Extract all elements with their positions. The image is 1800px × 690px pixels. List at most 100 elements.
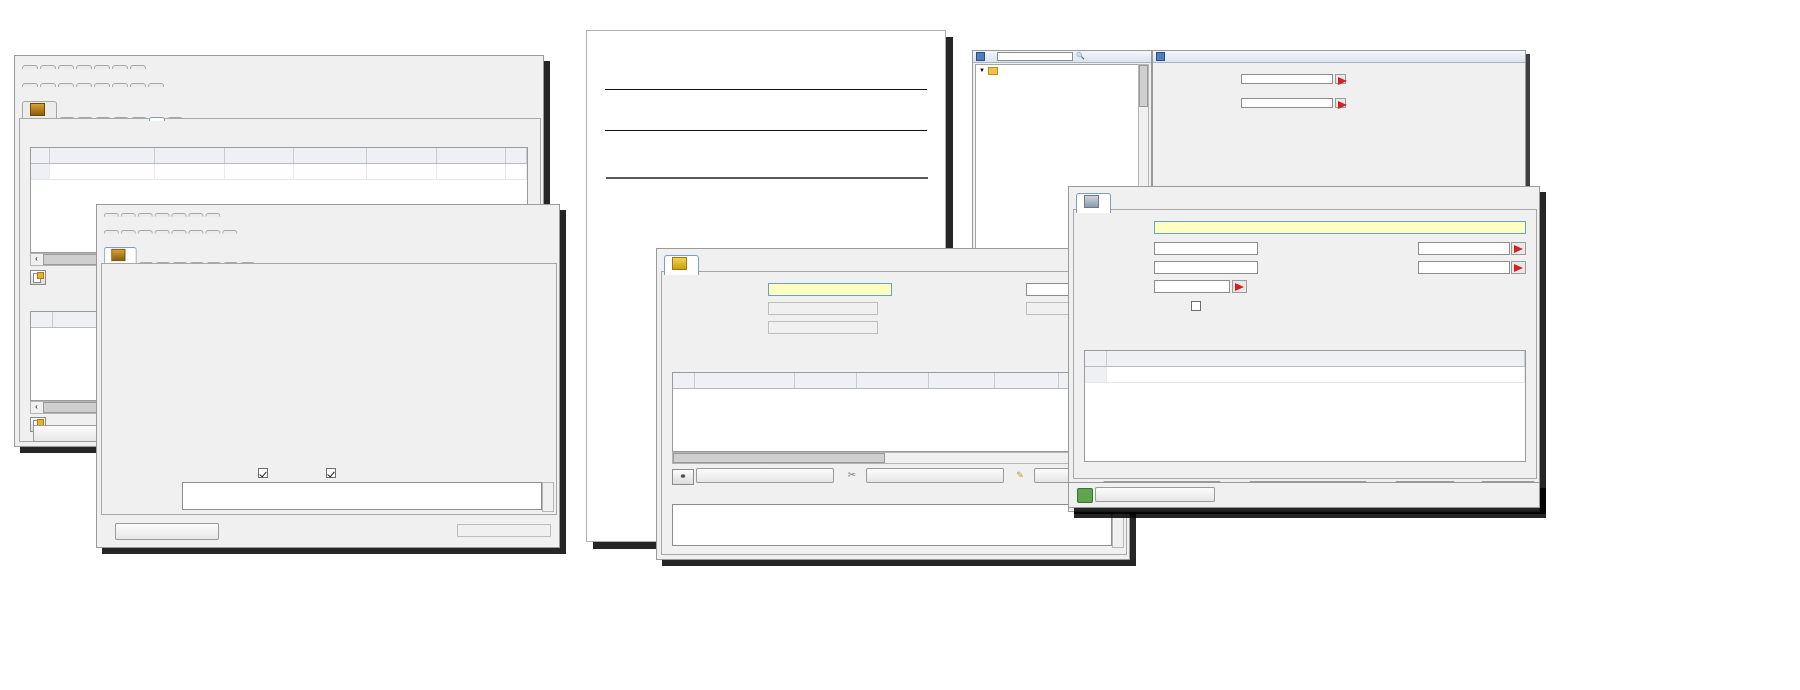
zuordnen-button[interactable] (696, 468, 834, 483)
ergebnisorientiert-checkbox[interactable] (1191, 301, 1201, 311)
tab2-filter[interactable] (222, 230, 238, 234)
scroll-left-icon-2[interactable]: ‹ (31, 402, 42, 411)
bemerkung-textarea-raum[interactable] (182, 482, 542, 510)
new-row-icon[interactable] (30, 270, 46, 285)
gruppe-kalk-intervall-picker[interactable] (1232, 280, 1247, 293)
gruppe-flaechenfaerbung-picker[interactable] (1511, 261, 1526, 274)
window-raum-detail[interactable] (96, 204, 560, 548)
scroll-left-icon[interactable]: ‹ (31, 254, 42, 263)
doc-col-vorschrift (605, 177, 839, 179)
table-row[interactable] (31, 164, 528, 180)
turnus-picker-0[interactable] (1335, 74, 1347, 85)
tab2-buchungen[interactable] (205, 213, 221, 217)
tab2-rechnungen[interactable] (188, 213, 204, 217)
tree-scroll-thumb[interactable] (1139, 65, 1148, 107)
zuordnung-loesen-button[interactable] (866, 468, 1004, 483)
tab2-gefahrenstoffe[interactable] (120, 230, 136, 234)
tab-cad[interactable] (112, 83, 128, 87)
tab-bestuhlung[interactable] (22, 83, 38, 87)
gruppe-leistungszahl-input[interactable] (1154, 242, 1258, 255)
gruppe-reinigungsbereich-value[interactable] (1418, 242, 1510, 255)
gruppe-reinigungsbereich-picker[interactable] (1511, 242, 1526, 255)
edit-icon[interactable]: ✎ (1010, 469, 1030, 483)
tab-reinigungsgruppe[interactable] (1076, 193, 1111, 213)
turnus-value-2[interactable] (1241, 98, 1333, 108)
intervallfestlegung-bar[interactable] (1068, 482, 1540, 508)
tab2-cad[interactable] (188, 230, 204, 234)
link-icon[interactable]: ⚭ (672, 469, 694, 485)
grid-reinigungsmodus[interactable] (1084, 350, 1526, 462)
revier-col-flaeche[interactable] (795, 373, 857, 388)
tab-reports[interactable] (130, 83, 146, 87)
tab-reinigungsflaechen[interactable] (149, 117, 165, 121)
bemerkung-scrollbar-raum[interactable] (542, 482, 554, 512)
tab-verbrauchspunkte[interactable] (76, 83, 92, 87)
tab2-vertraege[interactable] (154, 213, 170, 217)
room-icon (30, 103, 45, 116)
col-nr[interactable] (50, 148, 156, 163)
tab2-bestuhlung[interactable] (103, 230, 119, 234)
tab2-auftragsserien[interactable] (120, 213, 136, 217)
tab2-verbrauchspunkte[interactable] (154, 230, 170, 234)
grid-revier-reinigungsflaechen[interactable] (672, 372, 1122, 452)
infoblock-button-2[interactable] (115, 523, 219, 540)
col-flaeche[interactable] (155, 148, 225, 163)
tab-ereignisse[interactable] (58, 65, 74, 69)
turnus-picker-2[interactable] (1335, 98, 1347, 109)
revier-scroll-thumb[interactable] (673, 453, 885, 463)
scissors-icon[interactable]: ✂ (842, 469, 862, 483)
tab-buchungen[interactable] (130, 65, 146, 69)
tab-dokumente[interactable] (94, 83, 110, 87)
gruppe-kalk-intervall-value[interactable] (1154, 280, 1230, 293)
expand-icon[interactable]: ▼ (979, 67, 985, 75)
tab2-dokumente[interactable] (171, 230, 187, 234)
tab2-reports[interactable] (205, 230, 221, 234)
tab-revier[interactable] (664, 255, 699, 275)
tab2-ereignisse[interactable] (137, 213, 153, 217)
col-reinigungsgruppe[interactable] (367, 148, 437, 163)
tab2-mietvertraege[interactable] (171, 213, 187, 217)
modus-row-index (1085, 367, 1107, 382)
bemerkung-textarea-revier[interactable] (672, 504, 1112, 546)
col-raum[interactable] (225, 148, 295, 163)
search-icon[interactable]: 🔍 (1076, 51, 1085, 62)
tab2-bereitstellungspunkte[interactable] (137, 230, 153, 234)
revier-name-input[interactable] (768, 283, 892, 296)
turnus-value-0[interactable] (1241, 74, 1333, 84)
tab-aufgaben-auftraege[interactable] (22, 65, 38, 69)
tab2-aufgaben-auftraege[interactable] (103, 213, 119, 217)
tree-search-input[interactable] (997, 52, 1073, 61)
tab-gefahrenstoffe[interactable] (40, 83, 56, 87)
cell-revier (294, 164, 368, 179)
tab-filter[interactable] (148, 83, 164, 87)
gruppe-name-input[interactable] (1154, 221, 1526, 234)
tabrow-1b (19, 83, 167, 87)
window-revier[interactable]: ⚭ ✂ ✎ (656, 248, 1130, 560)
window-reinigungsgruppe[interactable]: ✧ 📋 ✖ ✎ (1068, 186, 1540, 512)
revier-col-nr[interactable] (695, 373, 795, 388)
modus-col-name[interactable] (1107, 351, 1525, 366)
revier-hscrollbar[interactable] (672, 452, 1124, 464)
window-reinigungsturnus-detail[interactable] (1152, 50, 1526, 197)
gruppe-flaechenfaerbung-value[interactable] (1418, 261, 1510, 274)
revier-content-panel: ⚭ ✂ ✎ (661, 271, 1127, 555)
tab-vertraege[interactable] (76, 65, 92, 69)
gruppe-stundensatz-input[interactable] (1154, 261, 1258, 274)
col-revier[interactable] (294, 148, 368, 163)
table-row[interactable] (1085, 367, 1525, 383)
revier-col-gruppe[interactable] (995, 373, 1059, 388)
raum-form-panel (101, 263, 557, 515)
tab-mietvertraege[interactable] (94, 65, 110, 69)
intervallfestlegung-button[interactable] (1095, 487, 1215, 502)
col-reinigungsturnus[interactable] (437, 148, 507, 163)
tab-rechnungen[interactable] (112, 65, 128, 69)
tree-root[interactable]: ▼ (979, 67, 1138, 75)
intervall-icon[interactable] (1077, 488, 1093, 503)
tab-bereitstellungspunkte[interactable] (58, 83, 74, 87)
flaechenangleichung-checkbox[interactable] (258, 468, 268, 478)
revier-col-raum[interactable] (857, 373, 929, 388)
col-g[interactable] (506, 148, 528, 163)
revier-col-revier[interactable] (929, 373, 995, 388)
tab-auftragsserien[interactable] (40, 65, 56, 69)
aktiv-checkbox[interactable] (326, 468, 336, 478)
